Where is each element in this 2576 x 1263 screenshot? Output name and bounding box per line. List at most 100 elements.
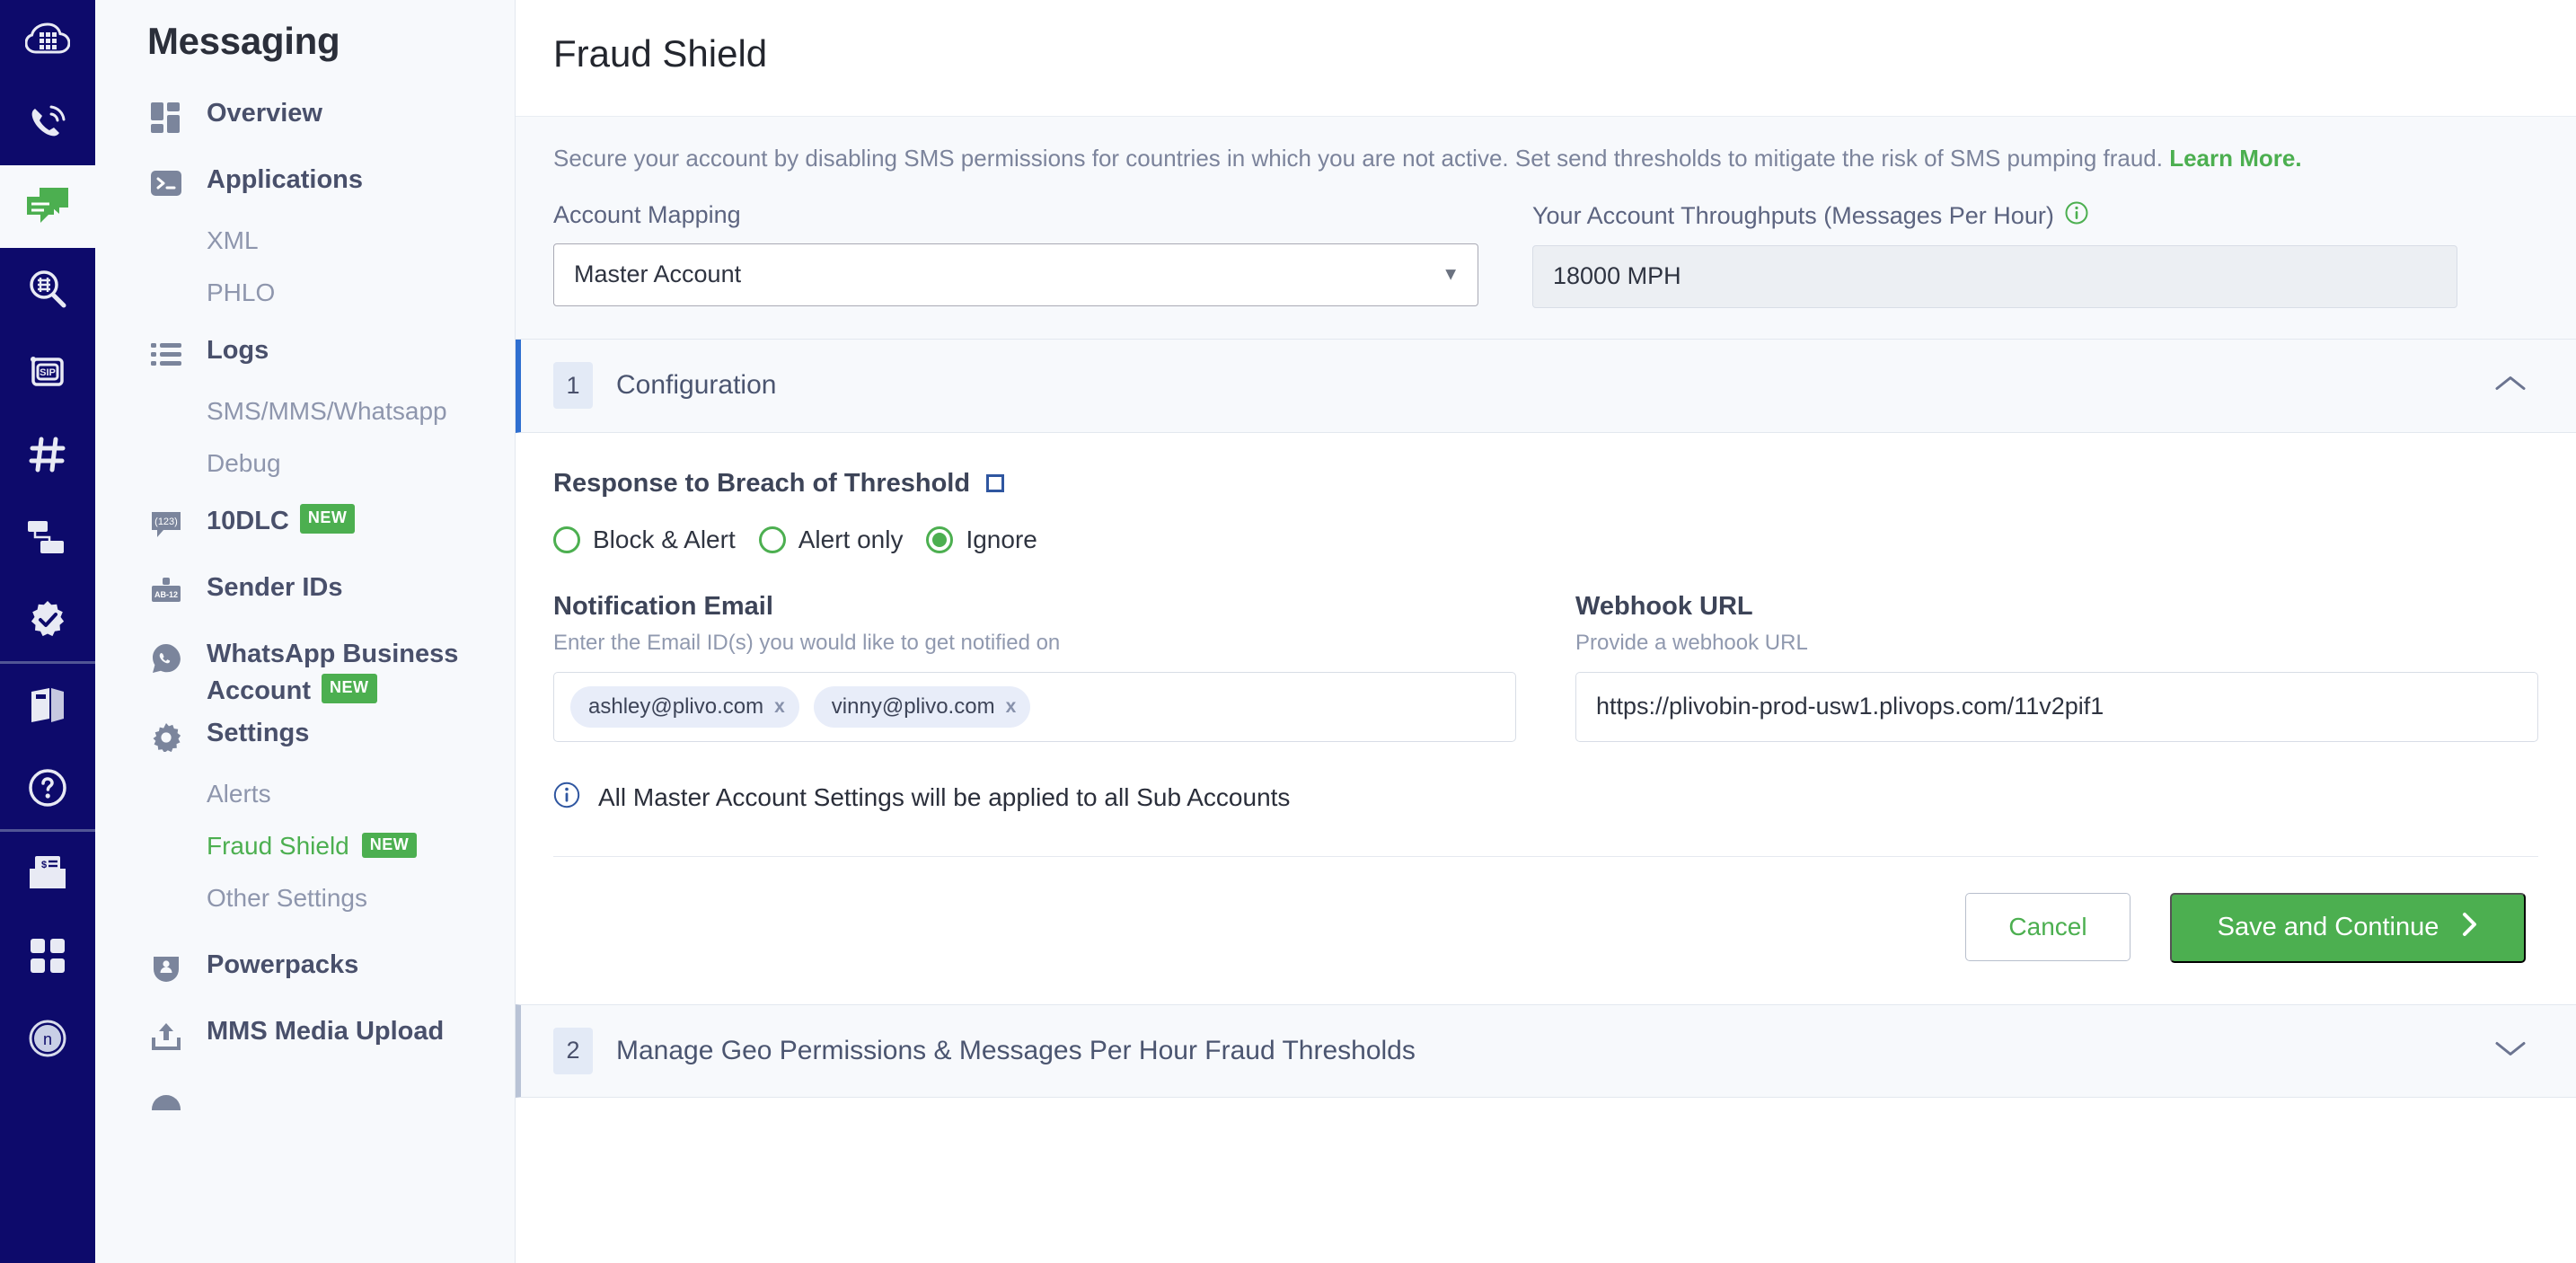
sidebar-subitem-xml[interactable]: XML — [95, 228, 259, 253]
status-badge-new: NEW — [299, 504, 356, 534]
email-chip-label: vinny@plivo.com — [831, 693, 995, 719]
rail-item-verify[interactable] — [0, 579, 95, 661]
radio-label: Block & Alert — [593, 525, 736, 553]
sidebar-item-label: 10DLC NEW — [207, 503, 356, 540]
whatsapp-icon — [147, 640, 185, 677]
sidebar-title: Messaging — [147, 20, 340, 62]
sidebar-subitem-fraud-shield[interactable]: Fraud Shield — [95, 834, 349, 859]
email-chip: vinny@plivo.com x — [813, 685, 1031, 728]
radio-circle-selected — [926, 526, 954, 553]
chevron-down-icon[interactable] — [2495, 1039, 2526, 1062]
sidebar-item-label: Settings — [207, 719, 310, 748]
notification-email-field: Notification Email Enter the Email ID(s)… — [553, 592, 1516, 742]
sidebar-item-applications[interactable]: Applications — [95, 162, 515, 223]
remove-chip-icon[interactable]: x — [774, 696, 785, 718]
sidebar-subitem-debug[interactable]: Debug — [95, 451, 281, 476]
rail-item-voice[interactable] — [0, 83, 95, 165]
sidebar: Messaging Overview Applications XML PHLO… — [95, 0, 516, 1263]
sidebar-item-overview[interactable]: Overview — [95, 95, 515, 156]
icon-rail: SIP $ n — [0, 0, 95, 1263]
powerpack-icon — [147, 950, 185, 988]
radio-block-and-alert[interactable]: Block & Alert — [553, 526, 736, 554]
save-and-continue-button[interactable]: Save and Continue — [2170, 892, 2526, 963]
learn-more-link[interactable]: Learn More. — [2169, 145, 2301, 172]
webhook-url-hint: Provide a webhook URL — [1575, 630, 1808, 655]
lookup-search-icon — [30, 270, 66, 308]
radio-circle — [553, 526, 580, 553]
rail-item-billing[interactable]: $ — [0, 832, 95, 914]
fields-row: Notification Email Enter the Email ID(s)… — [553, 592, 2538, 742]
rail-item-lookup[interactable] — [0, 248, 95, 331]
webhook-url-label: Webhook URL — [1575, 591, 1753, 621]
sidebar-subitem-sms-mms-whatsapp[interactable]: SMS/MMS/Whatsapp — [95, 399, 447, 424]
response-threshold-label: Response to Breach of Threshold — [553, 469, 2538, 499]
sidebar-item-mms-media-upload[interactable]: MMS Media Upload — [95, 1013, 515, 1074]
rail-item-help[interactable] — [0, 746, 95, 829]
rail-item-cloud[interactable] — [0, 0, 95, 83]
radio-label: Alert only — [798, 525, 904, 553]
sidebar-item-settings[interactable]: Settings — [95, 715, 515, 776]
svg-text:n: n — [43, 1030, 52, 1048]
status-badge-new: NEW — [361, 833, 418, 859]
throughputs-value-box: 18000 MPH — [1532, 244, 2457, 308]
sidebar-item-powerpacks[interactable]: Powerpacks — [95, 947, 515, 1008]
notification-email-input[interactable]: ashley@plivo.com x vinny@plivo.com x — [553, 671, 1516, 742]
rail-item-messaging[interactable] — [0, 165, 95, 248]
email-chip-label: ashley@plivo.com — [588, 693, 764, 719]
rail-item-flows[interactable] — [0, 496, 95, 579]
accordion-header-configuration[interactable]: 1 Configuration — [516, 339, 2576, 433]
hash-number-icon — [29, 437, 66, 473]
app-root: SIP $ n Messaging Overview Applications … — [0, 0, 2576, 1263]
remove-chip-icon[interactable]: x — [1006, 696, 1017, 718]
partial-circle-icon — [147, 1083, 185, 1121]
cancel-button[interactable]: Cancel — [1965, 892, 2130, 961]
sidebar-item-label: WhatsApp Business Account NEW — [207, 636, 476, 710]
account-avatar-icon: n — [29, 1020, 66, 1057]
overview-blocks-icon — [147, 99, 185, 137]
rail-item-apps[interactable] — [0, 914, 95, 997]
sidebar-item-partial[interactable] — [95, 1080, 515, 1121]
sidebar-item-label: Sender IDs — [207, 573, 343, 602]
radio-ignore[interactable]: Ignore — [926, 526, 1037, 554]
sub-accounts-note-text: All Master Account Settings will be appl… — [598, 783, 1291, 812]
accordion-header-geo-permissions[interactable]: 2 Manage Geo Permissions & Messages Per … — [516, 1003, 2576, 1098]
throughputs-field: Your Account Throughputs (Messages Per H… — [1532, 201, 2457, 308]
chevron-right-icon — [2462, 912, 2478, 944]
rail-item-numbers[interactable] — [0, 413, 95, 496]
rail-item-account[interactable]: n — [0, 997, 95, 1080]
account-mapping-select[interactable]: Master Account ▼ — [553, 243, 1478, 306]
sip-trunk-icon: SIP — [31, 357, 64, 386]
info-circle-icon — [553, 782, 580, 815]
rail-item-docs[interactable] — [0, 664, 95, 746]
svg-text:(123): (123) — [154, 517, 178, 527]
sidebar-item-sender-ids[interactable]: AB-12 Sender IDs — [95, 570, 515, 631]
account-mapping-label: Account Mapping — [553, 200, 741, 228]
rail-item-sip[interactable]: SIP — [0, 331, 95, 413]
phone-signal-icon — [31, 105, 66, 137]
sender-id-tag-icon: AB-12 — [147, 573, 185, 611]
chevron-up-icon[interactable] — [2495, 375, 2526, 397]
account-mapping-value: Master Account — [574, 261, 742, 288]
sidebar-subitem-other-settings[interactable]: Other Settings — [95, 886, 367, 911]
notification-email-hint: Enter the Email ID(s) you would like to … — [553, 630, 1061, 655]
info-circle-icon[interactable] — [2065, 201, 2088, 231]
radio-alert-only[interactable]: Alert only — [758, 525, 904, 554]
sidebar-item-whatsapp-business-account[interactable]: WhatsApp Business Account NEW — [95, 636, 515, 710]
sidebar-item-label: Overview — [207, 99, 322, 128]
list-icon — [147, 336, 185, 374]
sidebar-item-logs[interactable]: Logs — [95, 332, 515, 393]
accordion-title: Manage Geo Permissions & Messages Per Ho… — [616, 1035, 1416, 1065]
configuration-panel: Response to Breach of Threshold Block & … — [516, 433, 2576, 1004]
sidebar-item-10dlc[interactable]: (123) 10DLC NEW — [95, 503, 515, 564]
terminal-icon — [147, 165, 185, 203]
sidebar-subitem-alerts[interactable]: Alerts — [95, 782, 271, 807]
square-info-icon[interactable] — [986, 474, 1005, 493]
throughputs-value: 18000 MPH — [1553, 262, 1681, 290]
accordion-title: Configuration — [616, 370, 777, 401]
page-title: Fraud Shield — [553, 32, 768, 75]
sidebar-item-label: Logs — [207, 336, 269, 365]
sidebar-subitem-phlo[interactable]: PHLO — [95, 280, 275, 305]
webhook-url-input[interactable]: https://plivobin-prod-usw1.plivops.com/1… — [1575, 671, 2538, 742]
account-row: Account Mapping Master Account ▼ Your Ac… — [516, 200, 2576, 340]
svg-text:AB-12: AB-12 — [154, 590, 178, 599]
